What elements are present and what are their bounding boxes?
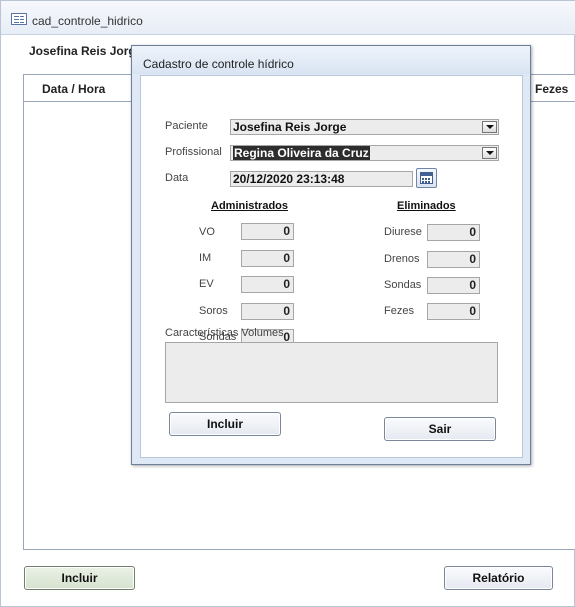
drenos-label: Drenos xyxy=(384,253,420,265)
patient-name: Josefina Reis Jorge xyxy=(29,44,143,58)
dialog-sair-button[interactable]: Sair xyxy=(384,417,496,441)
profissional-combo[interactable]: Regina Oliveira da Cruz xyxy=(230,145,499,161)
dialog-controle-hidrico: Cadastro de controle hídrico Paciente Jo… xyxy=(131,45,531,465)
paciente-label: Paciente xyxy=(165,120,208,132)
caracteristicas-label: Características Volumes xyxy=(165,327,284,339)
form-tab[interactable]: cad_controle_hidrico xyxy=(1,1,575,35)
sondas-elim-field[interactable]: 0 xyxy=(427,277,480,294)
drenos-field[interactable]: 0 xyxy=(427,251,480,268)
soros-field[interactable]: 0 xyxy=(241,303,294,320)
dialog-title: Cadastro de controle hídrico xyxy=(143,57,294,71)
paciente-combo[interactable]: Josefina Reis Jorge xyxy=(230,119,499,135)
dialog-titlebar[interactable]: Cadastro de controle hídrico xyxy=(132,46,530,74)
eliminados-title: Eliminados xyxy=(397,200,456,212)
chevron-down-icon[interactable] xyxy=(482,121,497,133)
data-label: Data xyxy=(165,172,189,184)
calendar-button[interactable] xyxy=(416,168,437,188)
im-label: IM xyxy=(199,252,212,264)
vo-label: VO xyxy=(199,226,215,238)
soros-label: Soros xyxy=(199,305,228,317)
form-title: cad_controle_hidrico xyxy=(32,14,143,28)
incluir-button[interactable]: Incluir xyxy=(24,566,135,590)
data-field[interactable]: 20/12/2020 23:13:48 xyxy=(230,171,413,187)
form-icon xyxy=(11,13,27,25)
column-header-data-hora: Data / Hora xyxy=(42,82,106,96)
relatorio-button[interactable]: Relatório xyxy=(444,566,553,590)
column-header-fezes: Fezes xyxy=(535,82,569,96)
caracteristicas-textarea[interactable] xyxy=(165,342,498,403)
calendar-icon xyxy=(420,172,433,184)
profissional-value: Regina Oliveira da Cruz xyxy=(233,146,370,160)
sondas-elim-label: Sondas xyxy=(384,279,422,291)
ev-label: EV xyxy=(199,278,214,290)
paciente-value: Josefina Reis Jorge xyxy=(233,120,347,134)
vo-field[interactable]: 0 xyxy=(241,223,294,240)
diurese-field[interactable]: 0 xyxy=(427,224,480,241)
dialog-incluir-button[interactable]: Incluir xyxy=(169,412,281,436)
dialog-body: Paciente Josefina Reis Jorge Profissiona… xyxy=(140,75,523,458)
im-field[interactable]: 0 xyxy=(241,250,294,267)
diurese-label: Diurese xyxy=(384,226,422,238)
administrados-title: Administrados xyxy=(211,200,289,212)
chevron-down-icon[interactable] xyxy=(482,147,497,159)
ev-field[interactable]: 0 xyxy=(241,276,294,293)
fezes-label: Fezes xyxy=(384,305,414,317)
fezes-field[interactable]: 0 xyxy=(427,303,480,320)
profissional-label: Profissional xyxy=(165,146,222,158)
